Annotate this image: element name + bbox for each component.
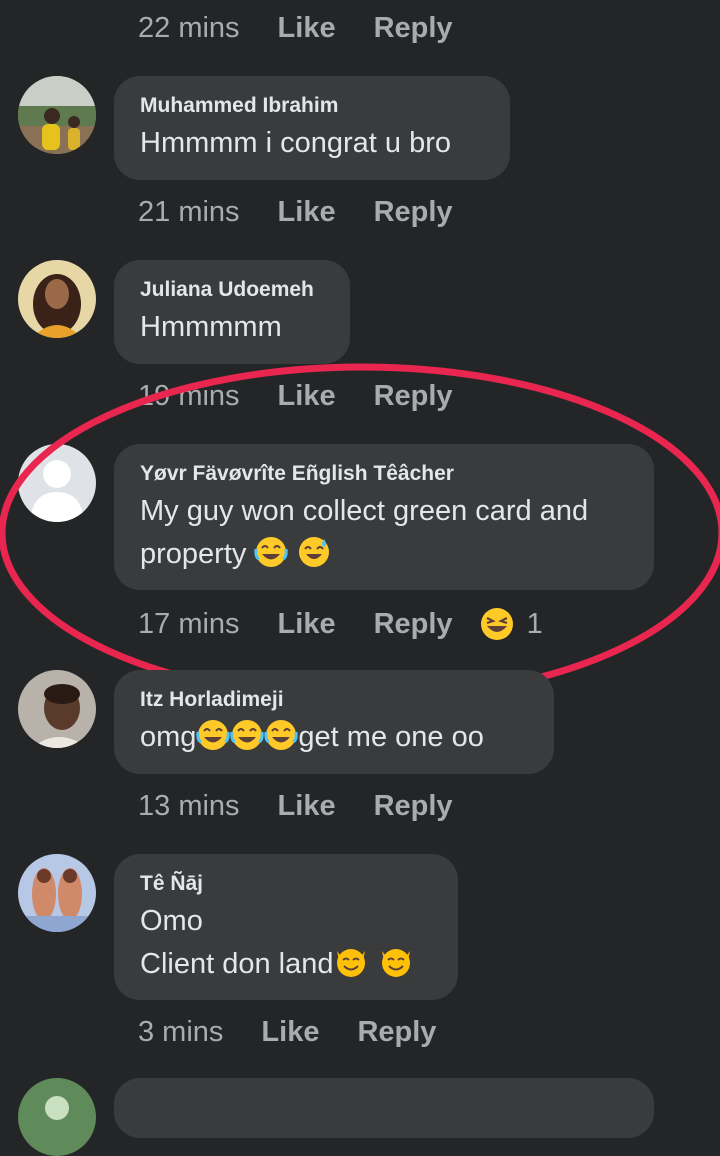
- comment-timestamp: 3 mins: [138, 1016, 224, 1048]
- comment-meta-previous: 22 mins Like Reply: [138, 12, 491, 45]
- reply-button[interactable]: Reply: [374, 380, 453, 413]
- comment-meta: 19 mins Like Reply: [138, 380, 491, 413]
- commenter-name[interactable]: Itz Horladimeji: [140, 686, 528, 714]
- laughing-tears-emoji: [254, 535, 289, 582]
- like-button[interactable]: Like: [278, 196, 336, 229]
- commenter-name[interactable]: Juliana Udoemeh: [140, 276, 324, 304]
- comment-meta: 3 mins Like Reply: [138, 1016, 474, 1049]
- comment-timestamp: 13 mins: [138, 790, 240, 822]
- avatar[interactable]: [18, 260, 96, 338]
- avatar[interactable]: [18, 854, 96, 932]
- like-button[interactable]: Like: [278, 608, 336, 641]
- reply-button[interactable]: Reply: [357, 1016, 436, 1049]
- comment-meta: 21 mins Like Reply: [138, 196, 491, 229]
- avatar[interactable]: [18, 76, 96, 154]
- comment-text-suffix: get me one oo: [298, 721, 484, 753]
- comment-bubble: [114, 1078, 654, 1138]
- comment-timestamp: 21 mins: [138, 196, 240, 228]
- sweat-smile-emoji: [297, 535, 331, 582]
- comment-text-line-2: Client don land: [140, 943, 432, 992]
- reply-button[interactable]: Reply: [374, 790, 453, 823]
- comment-meta: 13 mins Like Reply: [138, 790, 491, 823]
- reaction-count: 1: [526, 607, 543, 640]
- like-button[interactable]: Like: [261, 1016, 319, 1049]
- comment-timestamp: 19 mins: [138, 380, 240, 412]
- commenter-name[interactable]: Muhammed Ibrahim: [140, 92, 484, 120]
- smiling-cat-emoji: [333, 943, 369, 992]
- comment-text-word: property: [140, 538, 247, 570]
- reply-button[interactable]: Reply: [374, 196, 453, 229]
- like-button[interactable]: Like: [278, 790, 336, 823]
- comment-text-line: Omo: [140, 905, 203, 937]
- reply-button[interactable]: Reply: [374, 608, 453, 641]
- comment-bubble: Muhammed Ibrahim Hmmmm i congrat u bro: [114, 76, 510, 180]
- laughing-reaction-icon: [480, 608, 513, 640]
- reaction-summary[interactable]: 1: [479, 606, 543, 642]
- like-button[interactable]: Like: [278, 380, 336, 413]
- reply-button[interactable]: Reply: [374, 12, 453, 45]
- comment-text: My guy won collect green card and proper…: [140, 490, 628, 582]
- smiling-cat-emoji: [378, 943, 414, 992]
- comment-text-line-2: property: [140, 533, 628, 582]
- commenter-name[interactable]: Tê Ñāj: [140, 870, 432, 898]
- comment-text-line: My guy won collect green card and: [140, 495, 589, 527]
- comment-bubble: Tê Ñāj Omo Client don land: [114, 854, 458, 1000]
- commenter-name[interactable]: Yøvr Fävøvrîte Eñglish Têâcher: [140, 460, 628, 488]
- comment-text-prefix: omg: [140, 721, 197, 753]
- comment-bubble: Itz Horladimeji omg get me one oo: [114, 670, 554, 774]
- avatar[interactable]: [18, 1078, 96, 1156]
- comment-text-word: Client don land: [140, 948, 334, 980]
- comment-bubble: Yøvr Fävøvrîte Eñglish Têâcher My guy wo…: [114, 444, 654, 590]
- comment-bubble: Juliana Udoemeh Hmmmmm: [114, 260, 350, 364]
- default-avatar-icon[interactable]: [18, 444, 96, 522]
- comment-text: Omo Client don land: [140, 900, 432, 992]
- comment-text: omg get me one oo: [140, 716, 528, 765]
- comment-timestamp: 22 mins: [138, 12, 240, 44]
- comment-meta: 17 mins Like Reply 1: [138, 606, 543, 642]
- avatar[interactable]: [18, 670, 96, 748]
- like-button[interactable]: Like: [278, 12, 336, 45]
- laughing-tears-emoji: [196, 718, 231, 765]
- comment-timestamp: 17 mins: [138, 607, 240, 640]
- laughing-tears-emoji: [230, 718, 265, 765]
- comment-text: Hmmmm i congrat u bro: [140, 127, 452, 159]
- comment-text: Hmmmmm: [140, 311, 282, 343]
- laughing-tears-emoji: [264, 718, 299, 765]
